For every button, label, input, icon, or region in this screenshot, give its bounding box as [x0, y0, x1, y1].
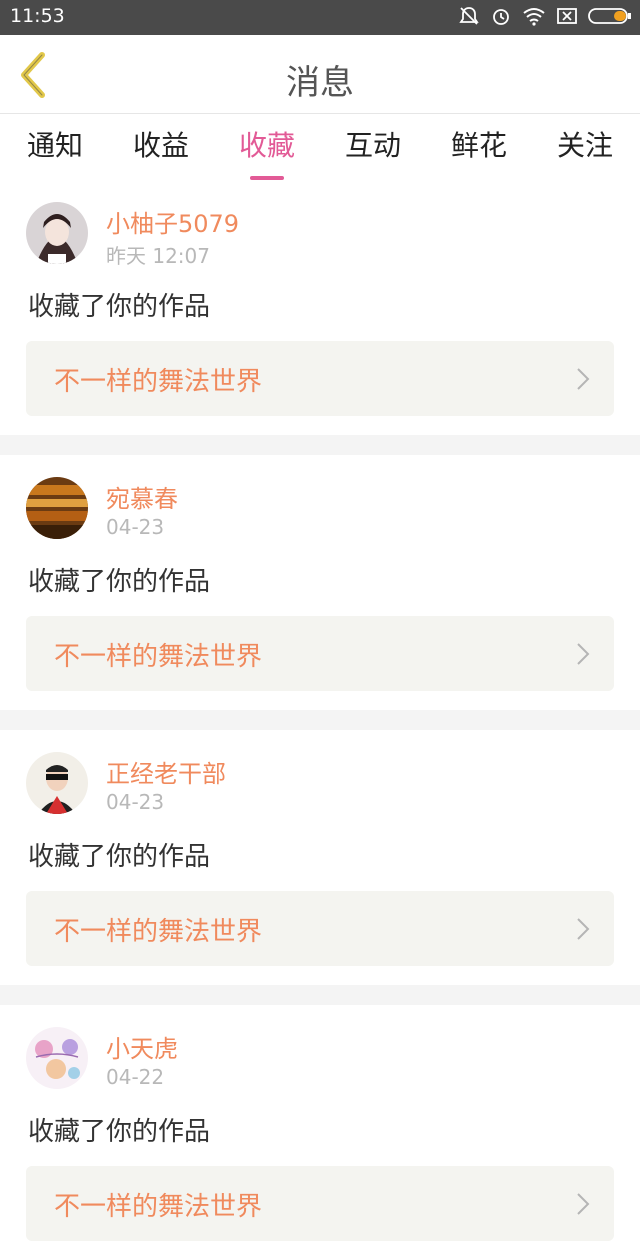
chevron-right-icon [577, 643, 590, 665]
username[interactable]: 宛慕春 [106, 479, 178, 514]
tab-follows[interactable]: 关注 [540, 124, 630, 174]
message-list: 小柚子5079 昨天 12:07 收藏了你的作品 不一样的舞法世界 宛慕春 04… [0, 180, 640, 1260]
status-icons [458, 6, 632, 30]
username[interactable]: 正经老干部 [106, 754, 226, 789]
work-title: 不一样的舞法世界 [54, 917, 263, 947]
avatar[interactable] [26, 1027, 88, 1089]
bell-off-icon [458, 5, 480, 31]
avatar[interactable] [26, 752, 88, 814]
tab-favorites-label: 收藏 [238, 129, 295, 162]
battery-icon [588, 6, 632, 30]
work-link[interactable]: 不一样的舞法世界 [26, 891, 614, 966]
tab-interactions[interactable]: 互动 [328, 124, 418, 174]
navigation-bar: 消息 [0, 35, 640, 114]
username[interactable]: 小天虎 [106, 1029, 178, 1064]
status-bar: 11:53 [0, 0, 640, 35]
list-item: 小天虎 04-22 收藏了你的作品 不一样的舞法世界 [0, 1005, 640, 1260]
chevron-right-icon [577, 918, 590, 940]
work-title: 不一样的舞法世界 [54, 642, 263, 672]
action-text: 收藏了你的作品 [28, 292, 211, 322]
avatar[interactable] [26, 477, 88, 539]
page-title: 消息 [286, 63, 354, 103]
chevron-right-icon [577, 368, 590, 390]
wifi-icon [522, 6, 546, 30]
timestamp: 04-23 [106, 790, 165, 814]
work-title: 不一样的舞法世界 [54, 1192, 263, 1222]
tab-notifications[interactable]: 通知 [10, 124, 100, 174]
tab-flowers[interactable]: 鲜花 [434, 124, 524, 174]
list-item: 宛慕春 04-23 收藏了你的作品 不一样的舞法世界 [0, 455, 640, 710]
status-time: 11:53 [10, 5, 65, 27]
action-text: 收藏了你的作品 [28, 1117, 211, 1147]
work-link[interactable]: 不一样的舞法世界 [26, 616, 614, 691]
divider [0, 435, 640, 455]
action-text: 收藏了你的作品 [28, 842, 211, 872]
tab-favorites[interactable]: 收藏 [222, 124, 312, 180]
timestamp: 04-22 [106, 1065, 165, 1089]
divider [0, 710, 640, 730]
avatar[interactable] [26, 202, 88, 264]
list-item: 正经老干部 04-23 收藏了你的作品 不一样的舞法世界 [0, 730, 640, 985]
timestamp: 04-23 [106, 515, 165, 539]
alarm-icon [490, 5, 512, 31]
action-text: 收藏了你的作品 [28, 567, 211, 597]
tab-bar: 通知 收益 收藏 互动 鲜花 关注 [0, 114, 640, 180]
list-item: 小柚子5079 昨天 12:07 收藏了你的作品 不一样的舞法世界 [0, 180, 640, 435]
work-link[interactable]: 不一样的舞法世界 [26, 341, 614, 416]
chevron-right-icon [577, 1193, 590, 1215]
sim-icon [556, 7, 578, 29]
timestamp: 昨天 12:07 [106, 244, 210, 268]
tab-earnings[interactable]: 收益 [116, 124, 206, 174]
work-link[interactable]: 不一样的舞法世界 [26, 1166, 614, 1241]
username[interactable]: 小柚子5079 [106, 204, 239, 239]
work-title: 不一样的舞法世界 [54, 367, 263, 397]
divider [0, 985, 640, 1005]
